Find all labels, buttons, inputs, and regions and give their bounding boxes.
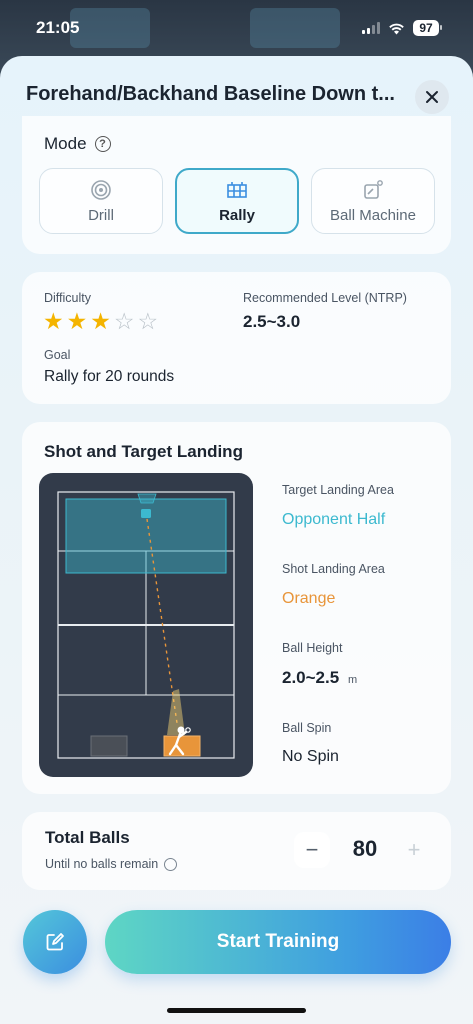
court-svg — [57, 491, 235, 759]
close-button[interactable] — [415, 80, 449, 114]
mode-drill-label: Drill — [88, 206, 114, 224]
ball-spin-value: No Spin — [282, 748, 339, 765]
recommended-level-value: 2.5~3.0 — [243, 312, 301, 331]
decrement-button[interactable]: − — [294, 832, 330, 868]
ball-height-value: 2.0~2.5 m — [282, 668, 357, 688]
target-marker-icon — [141, 509, 151, 518]
mode-ball-machine-label: Ball Machine — [330, 206, 416, 224]
ball-height-number: 2.0~2.5 — [282, 668, 340, 687]
total-balls-value: 80 — [352, 836, 378, 861]
mode-heading: Mode ? — [44, 134, 111, 154]
mode-ball-machine-button[interactable]: Ball Machine — [311, 168, 435, 234]
sheet-title: Forehand/Backhand Baseline Down t... — [26, 82, 395, 105]
star-empty-icon: ☆ — [113, 308, 135, 334]
total-balls-title: Total Balls — [45, 828, 130, 847]
increment-button[interactable]: + — [396, 832, 432, 868]
edit-button[interactable] — [23, 910, 87, 974]
close-icon — [426, 91, 438, 103]
until-no-balls-option[interactable]: Until no balls remain — [45, 857, 178, 871]
target-icon — [91, 179, 111, 200]
cellular-signal-icon — [362, 22, 380, 34]
court-icon — [227, 181, 247, 198]
total-balls-card: Total Balls Until no balls remain − 80 + — [22, 812, 451, 890]
help-icon[interactable]: ? — [94, 136, 111, 152]
status-time: 21:05 — [36, 18, 80, 37]
mode-card: Mode ? Drill Rally Ball Machine — [22, 116, 451, 254]
shot-landing-value: Orange — [282, 590, 336, 607]
mode-rally-label: Rally — [219, 206, 255, 224]
until-no-balls-label: Until no balls remain — [45, 857, 159, 871]
radio-icon[interactable] — [164, 857, 178, 871]
battery-indicator: 97 — [413, 20, 442, 36]
status-bar: 21:05 97 — [0, 0, 473, 56]
ball-height-unit: m — [347, 674, 358, 686]
difficulty-card: Difficulty ★ ★ ★ ☆ ☆ Recommended Level (NTRP… — [22, 272, 451, 404]
home-indicator — [167, 1008, 306, 1013]
difficulty-label: Difficulty — [44, 291, 92, 305]
ball-machine-icon — [364, 179, 383, 199]
shot-target-card: Shot and Target Landing Target Landing A… — [22, 422, 451, 794]
goal-value: Rally for 20 rounds — [44, 368, 175, 385]
ball-height-label: Ball Height — [282, 641, 343, 655]
target-landing-value: Opponent Half — [282, 511, 386, 528]
left-landing-zone — [90, 735, 128, 757]
difficulty-stars: ★ ★ ★ ☆ ☆ — [43, 310, 158, 333]
star-filled-icon: ★ — [43, 308, 64, 334]
recommended-level-label: Recommended Level (NTRP) — [243, 291, 407, 305]
training-sheet: Forehand/Backhand Baseline Down t... Mod… — [0, 56, 473, 1024]
goal-label: Goal — [44, 348, 71, 362]
mode-drill-button[interactable]: Drill — [39, 168, 163, 234]
star-filled-icon: ★ — [90, 308, 111, 334]
court-diagram — [39, 473, 253, 777]
star-empty-icon: ☆ — [137, 308, 159, 334]
shot-landing-label: Shot Landing Area — [282, 562, 385, 576]
shot-target-title: Shot and Target Landing — [44, 442, 243, 461]
wifi-icon — [389, 23, 404, 34]
edit-icon — [46, 933, 64, 951]
status-icons: 97 — [362, 20, 442, 36]
start-training-button[interactable]: Start Training — [105, 910, 451, 974]
target-landing-label: Target Landing Area — [282, 483, 394, 497]
mode-label: Mode — [44, 134, 87, 153]
mode-rally-button[interactable]: Rally — [175, 168, 299, 234]
target-beam — [137, 493, 157, 504]
star-filled-icon: ★ — [66, 308, 88, 334]
ball-spin-label: Ball Spin — [282, 721, 332, 735]
